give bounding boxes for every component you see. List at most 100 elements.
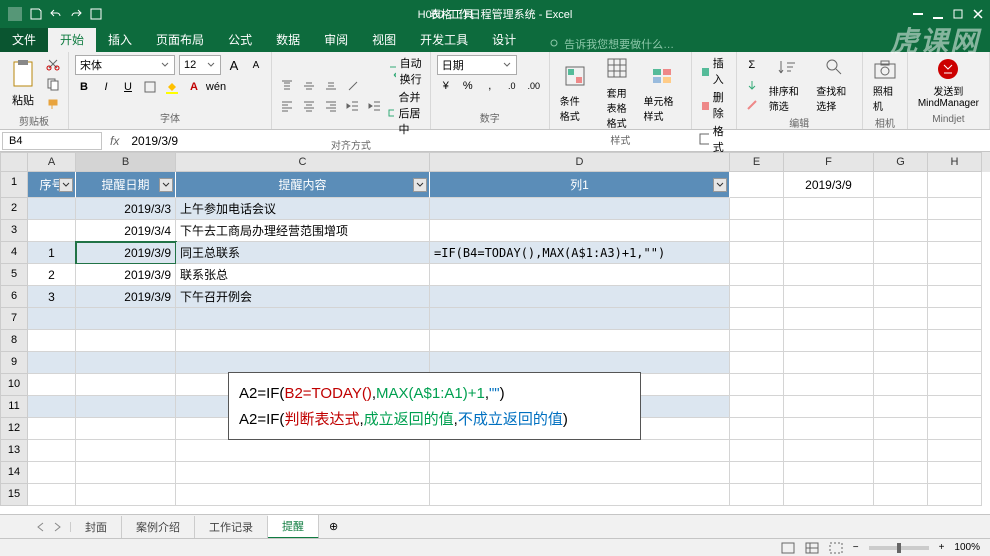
name-box[interactable] (2, 132, 102, 150)
sheet-tab-reminder[interactable]: 提醒 (268, 515, 319, 539)
cell[interactable] (730, 264, 784, 286)
minimize-icon[interactable] (932, 8, 944, 20)
col-B[interactable]: B (76, 152, 176, 172)
cell[interactable] (28, 330, 76, 352)
orientation-button[interactable] (344, 77, 362, 95)
tab-review[interactable]: 审阅 (312, 27, 360, 52)
row-head[interactable]: 4 (0, 242, 28, 264)
mindmanager-button[interactable]: 发送到 MindManager (914, 55, 983, 111)
tab-dev[interactable]: 开发工具 (408, 27, 480, 52)
cell[interactable] (430, 308, 730, 330)
cell[interactable] (430, 484, 730, 506)
fill-color-button[interactable] (163, 78, 181, 96)
cell[interactable] (874, 330, 928, 352)
save-icon[interactable] (30, 8, 42, 20)
zoom-slider[interactable] (869, 546, 929, 550)
cell[interactable] (430, 440, 730, 462)
cell[interactable] (28, 418, 76, 440)
align-center-button[interactable] (300, 97, 318, 115)
find-select-button[interactable]: 查找和选择 (812, 55, 856, 115)
row-head[interactable]: 10 (0, 374, 28, 396)
cell[interactable] (784, 220, 874, 242)
cell[interactable]: 2019/3/9 (76, 286, 176, 308)
cell[interactable] (928, 352, 982, 374)
fx-icon[interactable]: fx (104, 134, 125, 148)
cell[interactable] (874, 352, 928, 374)
align-left-button[interactable] (278, 97, 296, 115)
cell[interactable] (730, 396, 784, 418)
cell[interactable] (28, 374, 76, 396)
cell[interactable]: 2019/3/9 (76, 264, 176, 286)
cell[interactable] (928, 396, 982, 418)
view-normal-icon[interactable] (781, 542, 795, 554)
cell[interactable] (730, 352, 784, 374)
merge-button[interactable]: 合并后居中 (388, 89, 424, 137)
cell[interactable] (928, 264, 982, 286)
col-C[interactable]: C (176, 152, 430, 172)
row-head[interactable]: 12 (0, 418, 28, 440)
cell[interactable] (928, 484, 982, 506)
cell[interactable] (430, 462, 730, 484)
cell[interactable] (28, 396, 76, 418)
cell[interactable] (928, 462, 982, 484)
cell[interactable] (76, 330, 176, 352)
align-middle-button[interactable] (300, 77, 318, 95)
cell[interactable] (784, 418, 874, 440)
font-color-button[interactable]: A (185, 78, 203, 96)
cell[interactable]: 下午召开例会 (176, 286, 430, 308)
cell[interactable] (76, 374, 176, 396)
close-icon[interactable] (972, 8, 984, 20)
cell[interactable] (784, 264, 874, 286)
ribbon-options-icon[interactable] (912, 8, 924, 20)
cell[interactable] (28, 220, 76, 242)
indent-dec-button[interactable] (344, 97, 362, 115)
tab-formulas[interactable]: 公式 (216, 27, 264, 52)
tab-view[interactable]: 视图 (360, 27, 408, 52)
redo-icon[interactable] (70, 8, 82, 20)
restore-icon[interactable] (952, 8, 964, 20)
cell[interactable] (730, 330, 784, 352)
cell[interactable] (76, 308, 176, 330)
cell[interactable]: 同王总联系 (176, 242, 430, 264)
cell[interactable] (76, 440, 176, 462)
tab-insert[interactable]: 插入 (96, 27, 144, 52)
cell[interactable] (28, 308, 76, 330)
table-header[interactable]: 序号 (28, 172, 76, 198)
cell[interactable]: 2 (28, 264, 76, 286)
font-name-select[interactable]: 宋体 (75, 55, 175, 75)
cell[interactable] (928, 242, 982, 264)
zoom-in-button[interactable]: + (939, 542, 945, 553)
tab-file[interactable]: 文件 (0, 27, 48, 52)
cell[interactable] (430, 220, 730, 242)
cell[interactable] (784, 396, 874, 418)
filter-button[interactable] (159, 178, 173, 192)
cell[interactable] (176, 330, 430, 352)
insert-button[interactable]: 插入 (698, 55, 730, 87)
col-H[interactable]: H (928, 152, 982, 172)
align-top-button[interactable] (278, 77, 296, 95)
cell[interactable] (784, 352, 874, 374)
cell[interactable]: 下午去工商局办理经营范围增项 (176, 220, 430, 242)
cell[interactable] (874, 396, 928, 418)
align-right-button[interactable] (322, 97, 340, 115)
cell[interactable]: 上午参加电话会议 (176, 198, 430, 220)
cell[interactable] (76, 462, 176, 484)
autosum-button[interactable]: Σ (743, 56, 761, 74)
cell[interactable] (176, 308, 430, 330)
cell[interactable] (874, 308, 928, 330)
cell[interactable] (730, 220, 784, 242)
cell[interactable] (784, 308, 874, 330)
sort-filter-button[interactable]: 排序和筛选 (765, 55, 809, 115)
cell[interactable]: 3 (28, 286, 76, 308)
cell[interactable] (784, 286, 874, 308)
row-head[interactable]: 13 (0, 440, 28, 462)
cell[interactable] (176, 462, 430, 484)
cell[interactable] (730, 418, 784, 440)
number-format-select[interactable]: 日期 (437, 55, 517, 75)
cell[interactable] (784, 198, 874, 220)
cell[interactable] (874, 484, 928, 506)
dec-decimal-button[interactable]: .00 (525, 77, 543, 95)
camera-button[interactable]: 照相机 (869, 55, 901, 115)
cell[interactable] (928, 374, 982, 396)
row-head[interactable]: 3 (0, 220, 28, 242)
